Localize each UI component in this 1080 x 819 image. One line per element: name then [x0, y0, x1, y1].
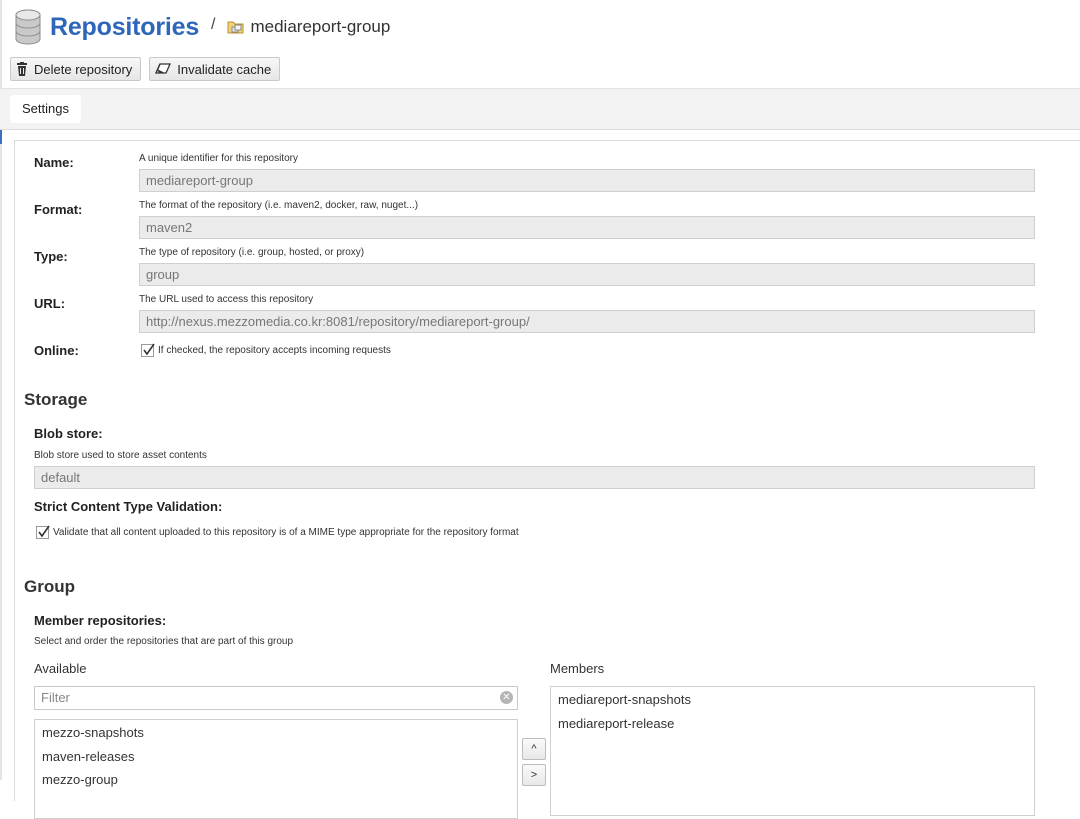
move-up-button[interactable]: ^: [522, 738, 546, 760]
trash-icon: [17, 62, 27, 76]
settings-panel: Name: A unique identifier for this repos…: [14, 140, 1080, 819]
available-label: Available: [34, 661, 87, 676]
breadcrumb-separator: /: [211, 16, 216, 33]
member-repositories-help: Select and order the repositories that a…: [34, 636, 294, 647]
url-field[interactable]: http://nexus.mezzomedia.co.kr:8081/repos…: [139, 310, 1035, 333]
toolbar: Delete repository Invalidate cache: [10, 57, 281, 81]
url-label: URL:: [34, 296, 66, 311]
url-help: The URL used to access this repository: [139, 294, 314, 305]
move-right-button[interactable]: >: [522, 764, 546, 786]
format-help: The format of the repository (i.e. maven…: [139, 200, 419, 211]
clear-filter-icon[interactable]: ✕: [500, 691, 513, 704]
checkmark-icon: [143, 343, 155, 356]
type-help: The type of repository (i.e. group, host…: [139, 247, 365, 258]
name-field[interactable]: mediareport-group: [139, 169, 1035, 192]
tab-bar: Settings: [0, 88, 1080, 130]
tab-settings[interactable]: Settings: [10, 95, 81, 123]
storage-heading: Storage: [24, 390, 88, 409]
member-repositories-label: Member repositories:: [34, 613, 167, 628]
list-item[interactable]: mediareport-snapshots: [558, 692, 691, 707]
strict-validation-label: Strict Content Type Validation:: [34, 499, 223, 514]
invalidate-cache-label: Invalidate cache: [177, 61, 272, 77]
name-help: A unique identifier for this repository: [139, 153, 298, 164]
delete-repository-button[interactable]: Delete repository: [10, 57, 142, 81]
list-item[interactable]: maven-releases: [42, 749, 135, 764]
delete-repository-label: Delete repository: [34, 61, 133, 77]
blob-store-help: Blob store used to store asset contents: [34, 450, 207, 461]
filter-input[interactable]: Filter: [34, 686, 518, 710]
online-checkbox[interactable]: [141, 343, 155, 357]
members-list[interactable]: mediareport-snapshots mediareport-releas…: [550, 686, 1035, 816]
list-item[interactable]: mediareport-release: [558, 716, 674, 731]
page-title[interactable]: Repositories: [50, 13, 199, 42]
format-label: Format:: [34, 202, 83, 217]
members-label: Members: [550, 661, 605, 676]
online-label: Online:: [34, 343, 79, 358]
type-label: Type:: [34, 249, 68, 264]
available-list[interactable]: mezzo-snapshots maven-releases mezzo-gro…: [34, 719, 518, 819]
strict-validation-checkbox-label: Validate that all content uploaded to th…: [53, 527, 519, 538]
blob-store-field[interactable]: default: [34, 466, 1035, 489]
invalidate-cache-button[interactable]: Invalidate cache: [149, 57, 281, 81]
list-item[interactable]: mezzo-snapshots: [42, 725, 144, 740]
format-field[interactable]: maven2: [139, 216, 1035, 239]
type-field[interactable]: group: [139, 263, 1035, 286]
database-icon: [15, 9, 41, 45]
group-heading: Group: [24, 577, 75, 596]
page-header: Repositories / mediareport-group: [14, 8, 390, 46]
checkmark-icon: [38, 525, 50, 538]
repository-group-icon: [227, 21, 244, 34]
blob-store-label: Blob store:: [34, 426, 103, 441]
name-label: Name:: [34, 155, 74, 170]
online-checkbox-label: If checked, the repository accepts incom…: [158, 345, 391, 356]
breadcrumb-repo-name: mediareport-group: [250, 17, 391, 36]
eraser-icon: [155, 63, 172, 74]
strict-validation-checkbox[interactable]: [36, 525, 50, 539]
